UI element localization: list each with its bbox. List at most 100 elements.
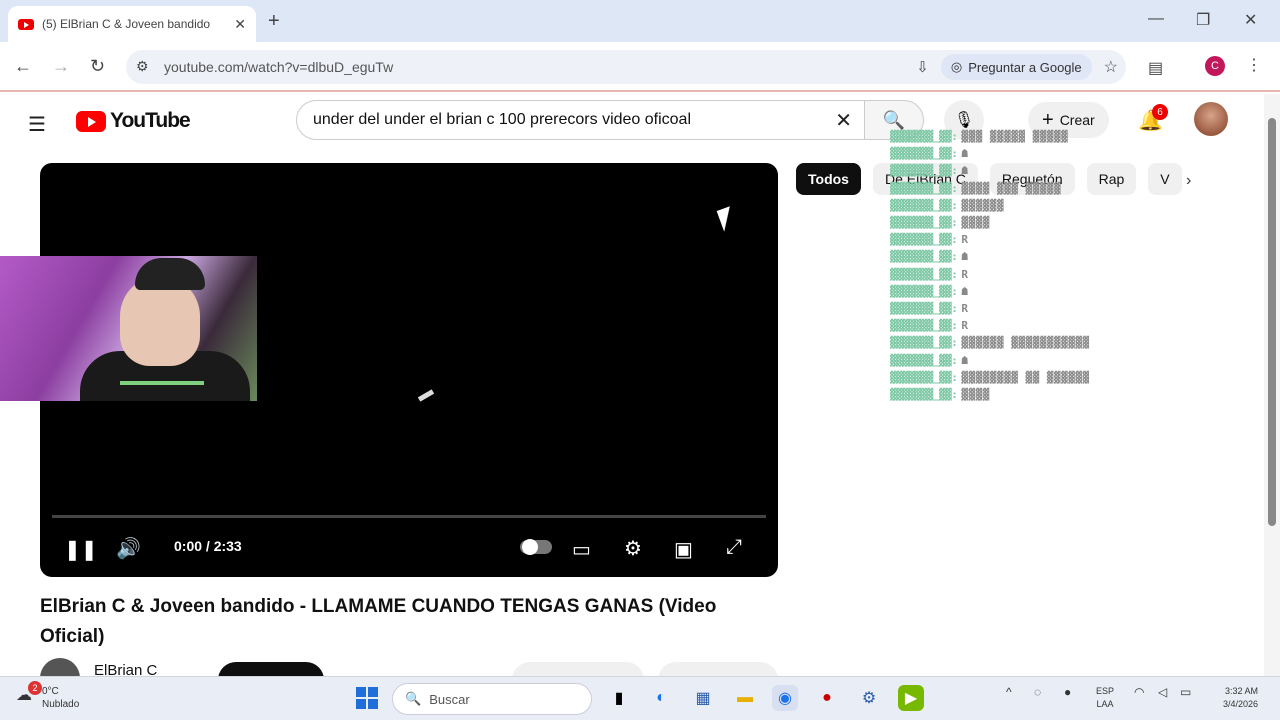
- search-icon: 🔍: [405, 691, 422, 706]
- taskbar-search[interactable]: 🔍 Buscar: [392, 683, 592, 715]
- chat-username: ▓▓▓▓▓▓▓_▓▓:: [890, 164, 958, 178]
- close-window-icon[interactable]: ✕: [1244, 10, 1257, 30]
- chat-text: ☗: [961, 250, 969, 264]
- hamburger-menu-icon[interactable]: ☰: [28, 112, 46, 137]
- new-tab-icon[interactable]: +: [268, 10, 280, 33]
- tab-title: (5) ElBrian C & Joveen bandido: [42, 17, 211, 31]
- taskbar-search-placeholder: Buscar: [429, 691, 470, 707]
- system-clock[interactable]: 3:32 AM 3/4/2026: [1208, 685, 1258, 711]
- chat-text: ☗: [961, 147, 969, 161]
- reload-icon[interactable]: ↻: [90, 56, 105, 77]
- url-text: youtube.com/watch?v=dlbuD_eguTw: [164, 59, 394, 75]
- stream-chat-overlay: ▓▓▓▓▓▓▓_▓▓: ▓▓▓ ▓▓▓▓▓ ▓▓▓▓▓ ▓▓▓▓▓▓▓_▓▓: ☗ ▓▓…: [890, 128, 1250, 403]
- chat-username: ▓▓▓▓▓▓▓_▓▓:: [890, 284, 958, 298]
- webcam-audio-meter: [120, 381, 204, 385]
- bookmark-star-icon[interactable]: ☆: [1104, 57, 1118, 77]
- install-icon[interactable]: ⇩: [916, 58, 929, 76]
- weather-temp: 0°C: [42, 686, 59, 697]
- microphone-icon: 🎙: [953, 112, 975, 129]
- chrome-icon[interactable]: ◉: [772, 685, 798, 711]
- fullscreen-icon[interactable]: ⤢: [726, 536, 742, 559]
- webcam-person-cap: [135, 258, 205, 290]
- loading-spinner: [417, 389, 435, 402]
- obs-icon[interactable]: ●: [814, 685, 840, 711]
- theater-mode-icon[interactable]: ▣: [674, 537, 693, 562]
- chat-text: R: [961, 267, 969, 281]
- chat-text: R: [961, 301, 969, 315]
- chat-message: ▓▓▓▓▓▓▓_▓▓: R: [890, 317, 1250, 334]
- nvidia-icon[interactable]: ▶: [898, 685, 924, 711]
- browser-tabbar: (5) ElBrian C & Joveen bandido ✕ + — ❐ ✕: [0, 0, 1280, 42]
- restore-icon[interactable]: ❐: [1196, 10, 1210, 30]
- clock-time: 3:32 AM: [1224, 686, 1258, 696]
- chat-text: R: [961, 233, 969, 247]
- pause-icon[interactable]: ❚❚: [64, 537, 98, 562]
- notification-count-badge: 6: [1152, 104, 1168, 120]
- url-field[interactable]: ⚙ youtube.com/watch?v=dlbuD_eguTw ⇩ ◎ Pr…: [126, 50, 1126, 84]
- volume-icon[interactable]: 🔊: [116, 536, 141, 561]
- start-menu-icon[interactable]: [356, 687, 378, 709]
- scrollbar-thumb[interactable]: [1268, 118, 1276, 526]
- youtube-logo-text: YouTube: [110, 109, 191, 132]
- tray-chevron-icon[interactable]: ^: [1006, 685, 1012, 699]
- chat-username: ▓▓▓▓▓▓▓_▓▓:: [890, 353, 958, 367]
- progress-bar[interactable]: [52, 515, 766, 518]
- chat-message: ▓▓▓▓▓▓▓_▓▓: R: [890, 231, 1250, 248]
- address-bar-row: ← → ↻ ⚙ youtube.com/watch?v=dlbuD_eguTw …: [0, 42, 1280, 92]
- speaker-icon[interactable]: ◁: [1158, 685, 1167, 699]
- ask-google-button[interactable]: ◎ Preguntar a Google: [940, 54, 1092, 80]
- edge-icon[interactable]: ◐: [648, 685, 674, 711]
- chat-username: ▓▓▓▓▓▓▓_▓▓:: [890, 336, 958, 350]
- wifi-icon[interactable]: ◠: [1134, 685, 1144, 699]
- chat-message: ▓▓▓▓▓▓▓_▓▓: ☗: [890, 351, 1250, 368]
- clear-search-icon[interactable]: ✕: [835, 108, 852, 133]
- tab-close-icon[interactable]: ✕: [234, 16, 246, 33]
- chat-message: ▓▓▓▓▓▓▓_▓▓: R: [890, 266, 1250, 283]
- chat-text: ▓▓▓▓: [961, 216, 990, 230]
- chat-message: ▓▓▓▓▓▓▓_▓▓: ▓▓▓▓▓▓: [890, 197, 1250, 214]
- file-explorer-icon[interactable]: ▬: [732, 685, 758, 711]
- chat-username: ▓▓▓▓▓▓▓_▓▓:: [890, 250, 958, 264]
- time-display: 0:00 / 2:33: [174, 538, 242, 554]
- chat-username: ▓▓▓▓▓▓▓_▓▓:: [890, 387, 958, 401]
- ask-google-label: Preguntar a Google: [968, 59, 1082, 75]
- chip-todos[interactable]: Todos: [796, 163, 861, 195]
- browser-tab[interactable]: (5) ElBrian C & Joveen bandido ✕: [8, 6, 256, 42]
- weather-desc: Nublado: [42, 699, 80, 710]
- minimize-icon[interactable]: —: [1148, 10, 1164, 28]
- subtitles-icon[interactable]: ▭: [572, 537, 591, 562]
- search-query: under del under el brian c 100 prerecors…: [313, 111, 692, 128]
- site-info-icon[interactable]: ⚙: [136, 58, 149, 75]
- channel-avatar[interactable]: [40, 658, 80, 678]
- chat-text: R: [961, 319, 969, 333]
- chat-text: ▓▓▓▓▓▓ ▓▓▓▓▓▓▓▓▓▓▓: [961, 336, 1090, 350]
- chat-message: ▓▓▓▓▓▓▓_▓▓: ▓▓▓▓▓▓▓▓ ▓▓ ▓▓▓▓▓▓: [890, 369, 1250, 386]
- chat-message: ▓▓▓▓▓▓▓_▓▓: ▓▓▓ ▓▓▓▓▓ ▓▓▓▓▓: [890, 128, 1250, 145]
- settings-gear-icon[interactable]: ⚙: [624, 536, 642, 561]
- chat-message: ▓▓▓▓▓▓▓_▓▓: ▓▓▓▓: [890, 386, 1250, 403]
- side-panel-icon[interactable]: ▤: [1148, 58, 1163, 78]
- mouse-cursor-icon: [716, 206, 738, 232]
- store-icon[interactable]: ▦: [690, 685, 716, 711]
- menu-kebab-icon[interactable]: ⋮: [1246, 55, 1262, 75]
- youtube-logo-icon: [76, 110, 106, 132]
- youtube-logo[interactable]: YouTube: [76, 109, 191, 133]
- forward-icon[interactable]: →: [52, 56, 70, 77]
- tray-mic-icon[interactable]: ●: [1064, 685, 1071, 699]
- autoplay-toggle[interactable]: [520, 539, 552, 555]
- settings-app-icon[interactable]: ⚙: [856, 685, 882, 711]
- windows-taskbar: ☁ 0°C Nublado 2 🔍 Buscar ▮ ◐ ▦ ▬ ◉ ● ⚙ ▶…: [0, 676, 1280, 720]
- task-view-icon[interactable]: ▮: [606, 685, 632, 711]
- lang-code: ESP: [1096, 686, 1115, 696]
- chat-username: ▓▓▓▓▓▓▓_▓▓:: [890, 301, 958, 315]
- language-indicator[interactable]: ESP LAA: [1096, 685, 1114, 711]
- profile-avatar[interactable]: C: [1205, 56, 1225, 76]
- page-scrollbar[interactable]: [1264, 94, 1280, 676]
- chat-text: ▓▓▓ ▓▓▓▓▓ ▓▓▓▓▓: [961, 130, 1069, 144]
- chat-text: ▓▓▓▓: [961, 387, 990, 401]
- search-input[interactable]: under del under el brian c 100 prerecors…: [296, 100, 864, 140]
- weather-widget[interactable]: ☁ 0°C Nublado: [16, 685, 79, 711]
- battery-icon[interactable]: ▭: [1180, 685, 1191, 699]
- tray-app-icon[interactable]: ◌: [1034, 685, 1041, 699]
- back-icon[interactable]: ←: [14, 56, 32, 77]
